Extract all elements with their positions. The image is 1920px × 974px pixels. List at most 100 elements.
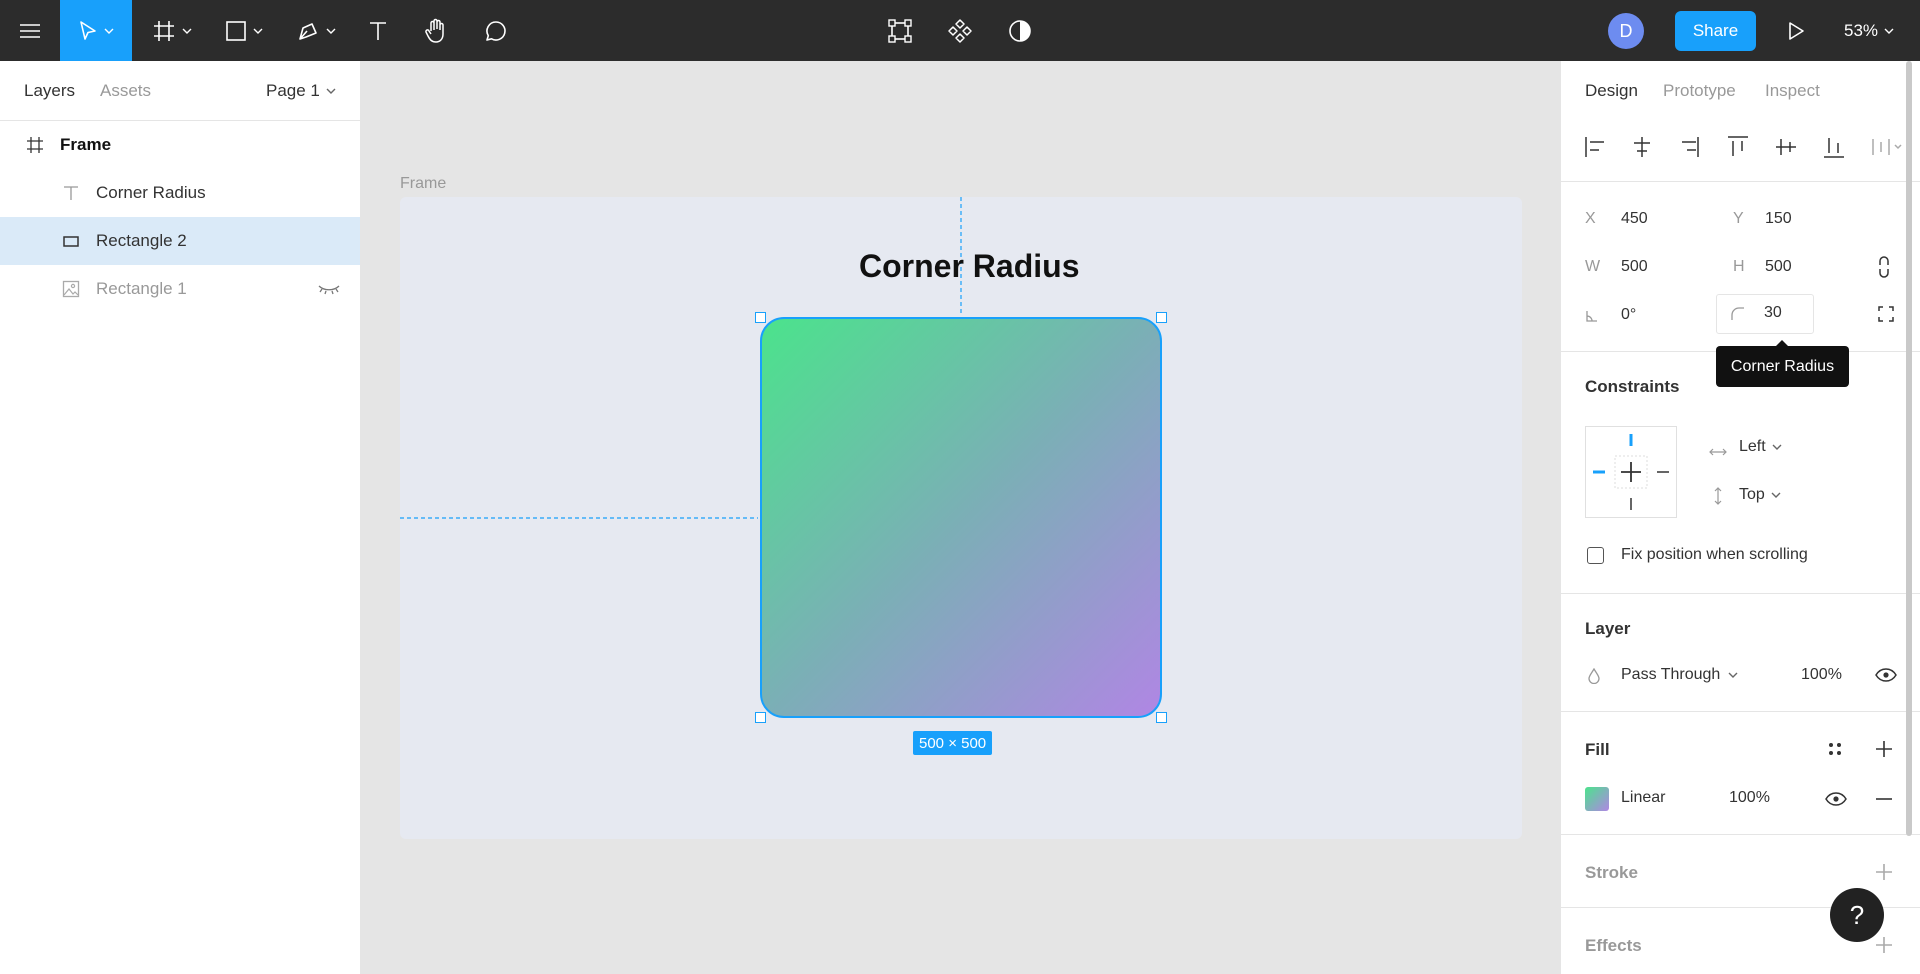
panel-scrollbar[interactable] (1906, 61, 1912, 836)
comment-tool-button[interactable] (476, 0, 516, 61)
fill-type[interactable]: Linear (1621, 789, 1665, 807)
add-stroke-icon[interactable] (1875, 863, 1893, 881)
vertical-constraint-select[interactable]: Top (1739, 486, 1781, 504)
tab-design[interactable]: Design (1585, 81, 1638, 101)
fill-title: Fill (1585, 740, 1610, 759)
height-input[interactable]: 500 (1765, 258, 1792, 276)
remove-fill-icon[interactable] (1875, 797, 1893, 801)
corner-radius-input[interactable]: 30 (1764, 304, 1782, 322)
share-button[interactable]: Share (1675, 11, 1756, 51)
page-selector-label: Page 1 (266, 81, 320, 100)
fill-swatch[interactable] (1585, 787, 1609, 811)
frame-icon (26, 136, 44, 154)
shape-tool-button[interactable] (216, 0, 272, 61)
width-input[interactable]: 500 (1621, 258, 1648, 276)
fix-position-checkbox[interactable] (1587, 547, 1604, 564)
constrain-proportions-icon[interactable] (1877, 255, 1891, 279)
tab-inspect[interactable]: Inspect (1765, 81, 1820, 101)
corner-radius-tooltip: Corner Radius (1716, 340, 1849, 387)
top-toolbar: D Share 53% (0, 0, 1920, 61)
tab-assets[interactable]: Assets (100, 81, 151, 101)
x-input[interactable]: 450 (1621, 210, 1648, 228)
alignment-toolbar (1585, 136, 1902, 158)
hand-icon (425, 18, 444, 43)
blend-mode-value: Pass Through (1621, 666, 1721, 683)
independent-corners-icon[interactable] (1877, 305, 1895, 323)
chevron-down-icon (182, 28, 192, 34)
rotation-input[interactable]: 0° (1621, 306, 1636, 324)
x-label: X (1585, 210, 1596, 227)
horizontal-constraint-icon (1709, 448, 1727, 456)
layer-opacity-input[interactable]: 100% (1801, 666, 1842, 684)
vertical-constraint-value: Top (1739, 486, 1765, 503)
y-label: Y (1733, 210, 1744, 227)
layer-label: Frame (60, 135, 112, 154)
align-right-icon (1682, 137, 1699, 157)
hidden-eye-icon[interactable] (318, 283, 340, 295)
left-panel-tabs: Layers Assets Page 1 (0, 61, 360, 121)
play-icon (1789, 21, 1804, 40)
effects-title: Effects (1585, 936, 1642, 955)
fix-position-label: Fix position when scrolling (1621, 546, 1808, 563)
present-button[interactable] (1776, 0, 1816, 61)
cursor-icon (80, 20, 96, 40)
resize-handle-top-left[interactable] (755, 312, 766, 323)
tab-prototype[interactable]: Prototype (1663, 81, 1736, 101)
blend-mode-icon (1588, 668, 1600, 684)
horizontal-constraint-select[interactable]: Left (1739, 438, 1782, 456)
fill-opacity-input[interactable]: 100% (1729, 789, 1770, 807)
resize-handle-bottom-left[interactable] (755, 712, 766, 723)
pen-tool-button[interactable] (288, 0, 344, 61)
layer-label: Corner Radius (96, 183, 206, 202)
layer-row-rectangle-2[interactable]: Rectangle 2 (0, 217, 360, 265)
layer-row-frame[interactable]: Frame (0, 121, 360, 169)
eye-icon[interactable] (1825, 792, 1847, 806)
chevron-down-icon (104, 28, 114, 34)
create-component-button[interactable] (940, 0, 980, 61)
frame-tool-button[interactable] (144, 0, 200, 61)
constraints-widget[interactable] (1585, 426, 1677, 518)
mask-button[interactable] (1000, 0, 1040, 61)
align-top-icon (1728, 136, 1748, 156)
resize-handle-top-right[interactable] (1156, 312, 1167, 323)
layer-row-rectangle-1[interactable]: Rectangle 1 (0, 265, 360, 313)
corner-radius-field[interactable]: 30 (1716, 294, 1814, 334)
tab-layers[interactable]: Layers (24, 81, 75, 101)
align-horizontal-center-icon (1634, 137, 1650, 157)
rectangle-icon (226, 20, 246, 41)
move-tool-button[interactable] (60, 0, 132, 61)
chevron-down-icon (326, 28, 336, 34)
add-fill-icon[interactable] (1875, 740, 1893, 758)
blend-mode-select[interactable]: Pass Through (1621, 666, 1738, 684)
corner-radius-icon (1731, 307, 1744, 320)
text-tool-button[interactable] (358, 0, 398, 61)
user-avatar[interactable]: D (1608, 13, 1644, 49)
hand-tool-button[interactable] (416, 0, 456, 61)
align-vertical-center-icon (1776, 139, 1796, 155)
vertical-constraint-icon (1714, 487, 1722, 505)
layer-label: Rectangle 2 (96, 231, 187, 250)
divider (1561, 593, 1920, 594)
add-effect-icon[interactable] (1875, 936, 1893, 954)
chevron-down-icon (253, 28, 263, 34)
frame-label[interactable]: Frame (400, 175, 446, 193)
edit-object-button[interactable] (880, 0, 920, 61)
text-icon (62, 184, 80, 202)
style-grid-icon[interactable] (1827, 741, 1843, 757)
rectangle-2[interactable] (760, 317, 1162, 718)
eye-icon[interactable] (1875, 668, 1897, 682)
resize-handle-bottom-right[interactable] (1156, 712, 1167, 723)
layers-panel: Layers Assets Page 1 Frame Corner Radius… (0, 61, 361, 974)
main-menu-button[interactable] (0, 0, 60, 61)
divider (1561, 834, 1920, 835)
help-button[interactable]: ? (1830, 888, 1884, 942)
divider (1561, 181, 1920, 182)
zoom-menu[interactable]: 53% (1844, 0, 1894, 61)
layer-row-corner-radius[interactable]: Corner Radius (0, 169, 360, 217)
y-input[interactable]: 150 (1765, 210, 1792, 228)
chevron-down-icon (1772, 444, 1782, 450)
rotation-icon (1586, 311, 1597, 322)
page-selector[interactable]: Page 1 (266, 81, 336, 101)
corner-radius-text[interactable]: Corner Radius (859, 248, 1079, 285)
h-label: H (1733, 258, 1745, 275)
